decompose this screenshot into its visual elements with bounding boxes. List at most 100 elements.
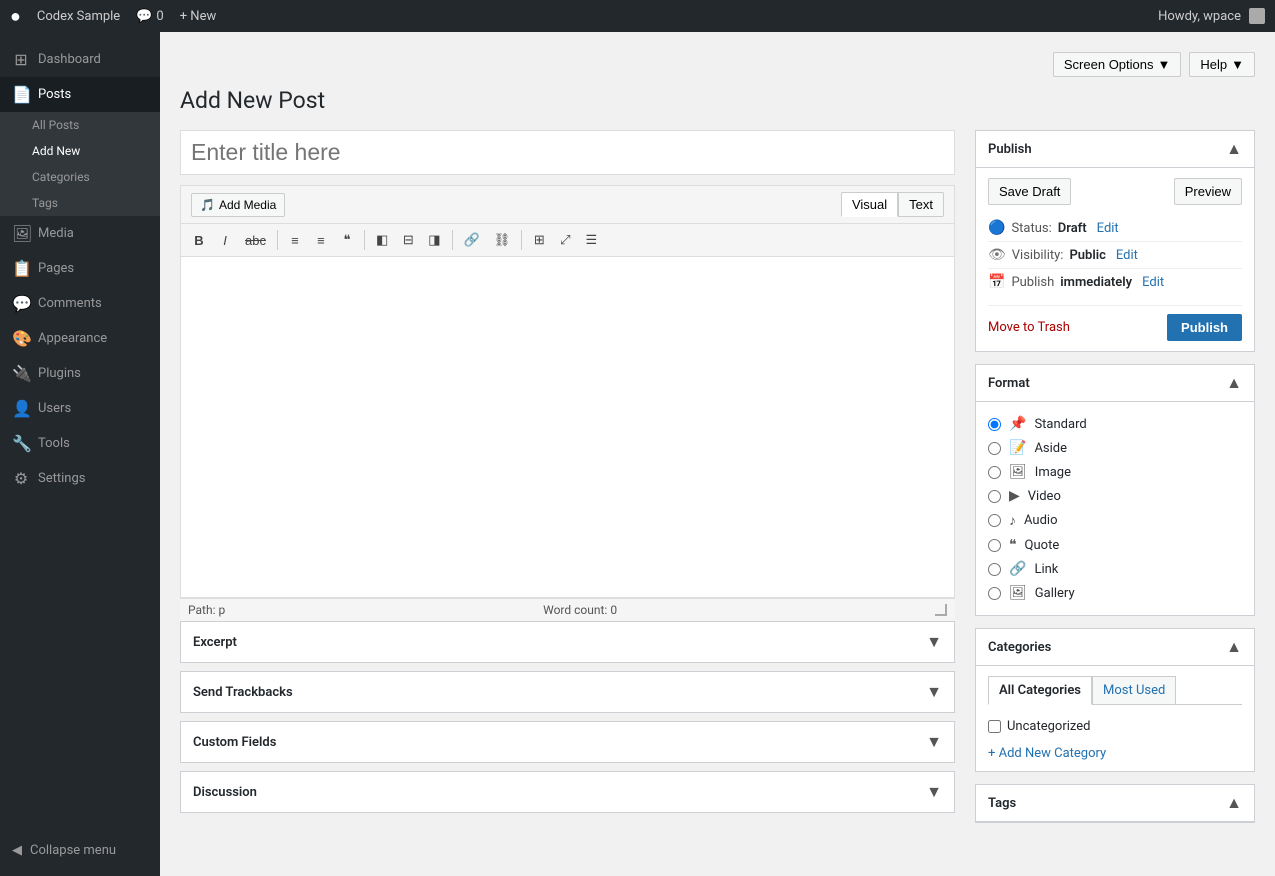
format-label-quote: Quote [1025, 538, 1060, 553]
toolbar-ol[interactable]: ≡ [309, 229, 333, 252]
sidebar-item-plugins[interactable]: 🔌 Plugins [0, 356, 160, 391]
format-box-collapse[interactable]: ▲ [1226, 373, 1242, 393]
tags-box-header[interactable]: Tags ▲ [976, 785, 1254, 822]
screen-options-chevron: ▼ [1158, 57, 1171, 72]
categories-box: Categories ▲ All Categories Most Used Un… [975, 628, 1255, 772]
categories-box-header[interactable]: Categories ▲ [976, 629, 1254, 666]
toolbar-fullscreen[interactable]: ⤢ [553, 228, 577, 252]
sidebar-item-users[interactable]: 👤 Users [0, 391, 160, 426]
add-new-category-link[interactable]: + Add New Category [988, 746, 1242, 761]
toolbar-sep-1 [277, 230, 278, 250]
tab-most-used[interactable]: Most Used [1092, 676, 1176, 704]
trackbacks-box: Send Trackbacks ▼ [180, 671, 955, 713]
video-icon: ▶ [1009, 488, 1020, 504]
move-to-trash-link[interactable]: Move to Trash [988, 320, 1070, 335]
toolbar-align-left[interactable]: ◧ [370, 228, 394, 252]
format-label-gallery: Gallery [1035, 586, 1075, 601]
toolbar-blockquote[interactable]: ❝ [335, 228, 359, 252]
help-label: Help [1200, 57, 1227, 72]
add-media-button[interactable]: 🎵 Add Media [191, 193, 285, 217]
sidebar-item-media[interactable]: 🖼 Media [0, 216, 160, 251]
word-count-value: 0 [610, 603, 617, 617]
publish-time-item: 📅 Publish immediately Edit [988, 269, 1242, 295]
sidebar-item-settings[interactable]: ⚙ Settings [0, 461, 160, 496]
post-title-input[interactable] [180, 130, 955, 175]
format-radio-image[interactable] [988, 466, 1001, 479]
publish-time-edit-link[interactable]: Edit [1142, 275, 1164, 290]
collapse-menu-button[interactable]: ◀ Collapse menu [0, 835, 160, 866]
tags-box-collapse[interactable]: ▲ [1226, 793, 1242, 813]
categories-box-collapse[interactable]: ▲ [1226, 637, 1242, 657]
categories-box-title: Categories [988, 640, 1051, 655]
editor-body[interactable] [181, 257, 954, 597]
toolbar-align-right[interactable]: ◨ [422, 228, 446, 252]
tab-visual[interactable]: Visual [841, 192, 898, 217]
gallery-icon: 🖼 [1009, 585, 1027, 601]
toolbar-table[interactable]: ⊞ [527, 228, 551, 252]
toolbar-bold[interactable]: B [187, 229, 211, 252]
visibility-value: Public [1069, 248, 1105, 263]
sidebar-item-add-new[interactable]: Add New [0, 138, 160, 164]
help-button[interactable]: Help ▼ [1189, 52, 1255, 77]
excerpt-label: Excerpt [193, 635, 237, 650]
visibility-edit-link[interactable]: Edit [1116, 248, 1138, 263]
format-box-header[interactable]: Format ▲ [976, 365, 1254, 402]
adminbar-right: Howdy, wpace [1158, 8, 1265, 24]
publish-box-collapse[interactable]: ▲ [1226, 139, 1242, 159]
sidebar-item-posts[interactable]: 📄 Posts [0, 77, 160, 112]
format-radio-audio[interactable] [988, 514, 1001, 527]
tab-text[interactable]: Text [898, 192, 944, 217]
custom-fields-header[interactable]: Custom Fields ▼ [181, 722, 954, 762]
comments-icon: 💬 [136, 9, 152, 24]
discussion-header[interactable]: Discussion ▼ [181, 772, 954, 812]
adminbar-site-link[interactable]: Codex Sample [37, 9, 120, 24]
trackbacks-header[interactable]: Send Trackbacks ▼ [181, 672, 954, 712]
sidebar-item-pages[interactable]: 📋 Pages [0, 251, 160, 286]
publish-box-content: Save Draft Preview 🔵 Status: Draft Edit [976, 168, 1254, 351]
screen-options-button[interactable]: Screen Options ▼ [1053, 52, 1181, 77]
format-radio-video[interactable] [988, 490, 1001, 503]
categories-tabs: All Categories Most Used [988, 676, 1242, 705]
publish-box-header[interactable]: Publish ▲ [976, 131, 1254, 168]
toolbar-sep-4 [521, 230, 522, 250]
sidebar-item-dashboard[interactable]: ⊞ Dashboard [0, 42, 160, 77]
toolbar-strikethrough[interactable]: abc [239, 229, 272, 252]
category-checkbox-uncategorized[interactable] [988, 720, 1001, 733]
format-radio-quote[interactable] [988, 539, 1001, 552]
new-label: + New [180, 9, 217, 24]
toolbar-unlink[interactable]: ⛓ [488, 228, 517, 252]
save-draft-button[interactable]: Save Draft [988, 178, 1071, 205]
audio-icon: ♪ [1009, 512, 1016, 529]
settings-icon: ⚙ [12, 469, 30, 488]
toolbar-italic[interactable]: I [213, 229, 237, 252]
categories-box-content: All Categories Most Used Uncategorized +… [976, 666, 1254, 771]
sidebar-item-categories[interactable]: Categories [0, 164, 160, 190]
format-radio-standard[interactable] [988, 418, 1001, 431]
format-radio-link[interactable] [988, 563, 1001, 576]
sidebar-item-tools[interactable]: 🔧 Tools [0, 426, 160, 461]
toolbar-ul[interactable]: ≡ [283, 229, 307, 252]
toolbar-align-center[interactable]: ⊟ [396, 228, 420, 252]
adminbar-comments[interactable]: 💬 0 [136, 9, 164, 24]
publish-button[interactable]: Publish [1167, 314, 1242, 341]
adminbar-new[interactable]: + New [180, 9, 217, 24]
sidebar-item-all-posts[interactable]: All Posts [0, 112, 160, 138]
sidebar-item-appearance[interactable]: 🎨 Appearance [0, 321, 160, 356]
preview-button[interactable]: Preview [1174, 178, 1242, 205]
comments-count: 0 [156, 9, 163, 24]
user-avatar[interactable] [1249, 8, 1265, 24]
toolbar-link[interactable]: 🔗 [458, 228, 486, 252]
wp-logo[interactable]: ● [10, 6, 21, 27]
format-radio-aside[interactable] [988, 442, 1001, 455]
toolbar-more[interactable]: ☰ [579, 228, 603, 252]
status-edit-link[interactable]: Edit [1097, 221, 1119, 236]
publish-meta: 🔵 Status: Draft Edit 👁 Visibility: Publi… [988, 215, 1242, 295]
format-item-standard: 📌 Standard [988, 412, 1242, 436]
excerpt-header[interactable]: Excerpt ▼ [181, 622, 954, 662]
path-value: p [218, 603, 225, 617]
format-radio-gallery[interactable] [988, 587, 1001, 600]
sidebar-item-tags[interactable]: Tags [0, 190, 160, 216]
tab-all-categories[interactable]: All Categories [988, 676, 1092, 705]
editor-resize-handle[interactable] [935, 604, 947, 616]
sidebar-item-comments[interactable]: 💬 Comments [0, 286, 160, 321]
